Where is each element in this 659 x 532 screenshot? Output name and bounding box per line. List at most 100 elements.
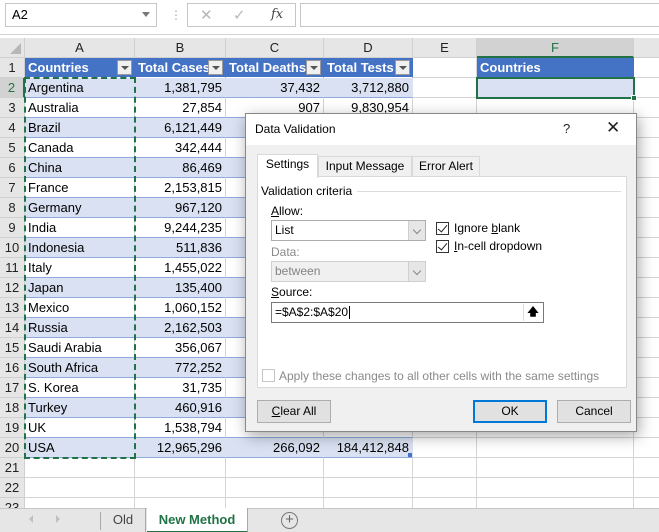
formula-input[interactable] [300, 3, 659, 27]
cell[interactable] [634, 138, 659, 158]
table-header-cell[interactable]: Total Tests [324, 58, 413, 78]
table-cell[interactable]: 2,162,503 [135, 318, 226, 338]
cell[interactable] [634, 158, 659, 178]
row-header-15[interactable]: 15 [0, 338, 25, 358]
table-cell[interactable]: 1,381,795 [135, 78, 226, 98]
filter-dropdown-icon[interactable] [117, 60, 132, 75]
help-icon[interactable]: ? [563, 121, 570, 136]
table-cell[interactable]: USA [25, 438, 135, 458]
table-cell[interactable]: S. Korea [25, 378, 135, 398]
table-header-cell[interactable]: Countries [25, 58, 135, 78]
cell[interactable] [634, 58, 659, 78]
cell[interactable] [25, 478, 135, 498]
row-header-10[interactable]: 10 [0, 238, 25, 258]
filter-dropdown-icon[interactable] [395, 60, 410, 75]
checkmark-icon[interactable]: ✓ [233, 6, 246, 24]
table-cell[interactable]: Russia [25, 318, 135, 338]
row-header-21[interactable]: 21 [0, 458, 25, 478]
cell[interactable] [135, 458, 226, 478]
cell[interactable] [634, 418, 659, 438]
cell[interactable] [634, 238, 659, 258]
table-cell[interactable]: UK [25, 418, 135, 438]
cell[interactable] [634, 218, 659, 238]
row-header-9[interactable]: 9 [0, 218, 25, 238]
row-header-1[interactable]: 1 [0, 58, 25, 78]
column-header-d[interactable]: D [324, 38, 413, 58]
cell[interactable] [634, 478, 659, 498]
cell[interactable] [413, 458, 477, 478]
row-header-17[interactable]: 17 [0, 378, 25, 398]
column-header-e[interactable]: E [413, 38, 477, 58]
f-column-header-cell[interactable]: Countries [477, 58, 634, 78]
table-cell[interactable]: Italy [25, 258, 135, 278]
dialog-titlebar[interactable]: Data Validation ? ✕ [246, 114, 636, 145]
table-cell[interactable]: Germany [25, 198, 135, 218]
select-all-button[interactable] [0, 38, 25, 58]
table-cell[interactable]: Argentina [25, 78, 135, 98]
table-cell[interactable]: France [25, 178, 135, 198]
chevron-down-icon[interactable] [408, 221, 425, 240]
table-cell[interactable]: Saudi Arabia [25, 338, 135, 358]
cell[interactable] [413, 438, 477, 458]
cell[interactable] [226, 478, 324, 498]
insert-function-icon[interactable]: fx [271, 7, 283, 22]
table-cell[interactable]: Japan [25, 278, 135, 298]
column-header-g[interactable] [634, 38, 659, 58]
tab-error-alert[interactable]: Error Alert [412, 156, 480, 177]
cell[interactable] [477, 478, 634, 498]
table-cell[interactable]: Canada [25, 138, 135, 158]
row-header-6[interactable]: 6 [0, 158, 25, 178]
collapse-dialog-icon[interactable]: 🡅 [523, 304, 542, 321]
tab-input-message[interactable]: Input Message [318, 156, 412, 177]
tab-settings[interactable]: Settings [257, 154, 318, 178]
table-cell[interactable]: India [25, 218, 135, 238]
filter-dropdown-icon[interactable] [208, 60, 223, 75]
table-cell[interactable]: 1,538,794 [135, 418, 226, 438]
table-cell[interactable]: 342,444 [135, 138, 226, 158]
cell[interactable] [634, 358, 659, 378]
row-header-4[interactable]: 4 [0, 118, 25, 138]
cell[interactable] [634, 378, 659, 398]
cell[interactable] [634, 78, 659, 98]
cell[interactable] [634, 298, 659, 318]
table-cell[interactable]: 184,412,848 [324, 438, 413, 458]
scroll-left-icon[interactable] [29, 515, 33, 523]
column-header-f[interactable]: F [477, 38, 634, 58]
allow-select[interactable]: List [271, 220, 426, 241]
column-header-a[interactable]: A [25, 38, 135, 58]
table-cell[interactable]: Australia [25, 98, 135, 118]
cell[interactable] [634, 178, 659, 198]
f2-cell[interactable] [477, 78, 634, 98]
cell[interactable] [634, 198, 659, 218]
source-input[interactable]: =$A$2:$A$20 🡅 [271, 302, 544, 323]
cancel-x-icon[interactable]: ✕ [200, 6, 213, 24]
row-header-8[interactable]: 8 [0, 198, 25, 218]
scroll-right-icon[interactable] [56, 515, 60, 523]
table-cell[interactable]: 356,067 [135, 338, 226, 358]
table-cell[interactable]: 967,120 [135, 198, 226, 218]
cell[interactable] [413, 478, 477, 498]
row-header-14[interactable]: 14 [0, 318, 25, 338]
name-box[interactable]: A2 [5, 3, 157, 27]
table-cell[interactable]: Indonesia [25, 238, 135, 258]
table-cell[interactable]: 31,735 [135, 378, 226, 398]
table-cell[interactable]: 86,469 [135, 158, 226, 178]
table-cell[interactable]: 6,121,449 [135, 118, 226, 138]
drag-handle-icon[interactable]: ⋮ [170, 8, 182, 22]
row-header-22[interactable]: 22 [0, 478, 25, 498]
table-cell[interactable]: 135,400 [135, 278, 226, 298]
table-cell[interactable]: 266,092 [226, 438, 324, 458]
chevron-down-icon[interactable] [142, 12, 150, 17]
cell[interactable] [413, 78, 477, 98]
row-header-7[interactable]: 7 [0, 178, 25, 198]
row-header-3[interactable]: 3 [0, 98, 25, 118]
in-cell-dropdown-checkbox[interactable] [436, 240, 449, 253]
table-cell[interactable]: 27,854 [135, 98, 226, 118]
cell[interactable] [634, 258, 659, 278]
cell[interactable] [477, 438, 634, 458]
row-header-20[interactable]: 20 [0, 438, 25, 458]
cell[interactable] [324, 478, 413, 498]
cell[interactable] [413, 58, 477, 78]
table-cell[interactable]: 460,916 [135, 398, 226, 418]
row-header-12[interactable]: 12 [0, 278, 25, 298]
